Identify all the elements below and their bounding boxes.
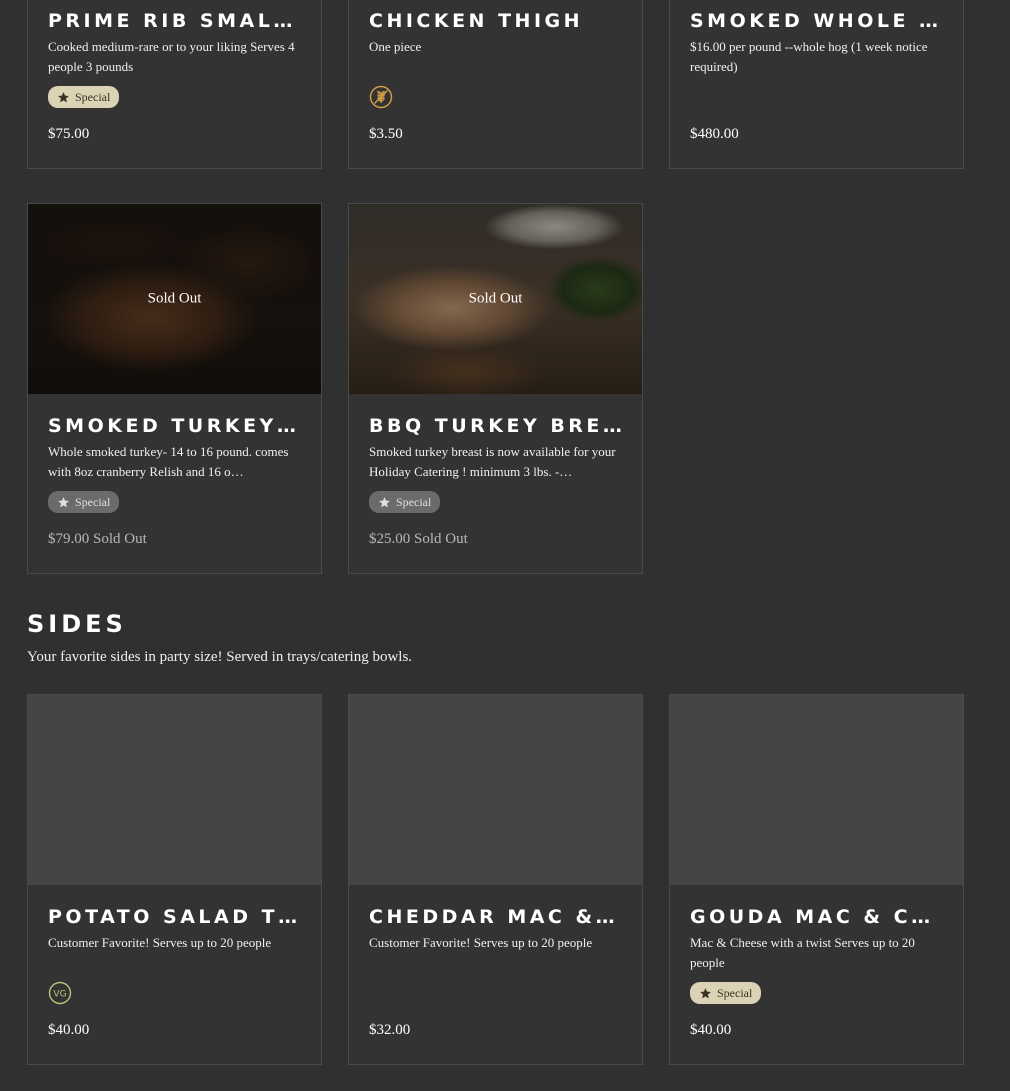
menu-item-card[interactable]: Smoked Whole Ho… $16.00 per pound --whol… [669,0,964,169]
sold-out-label: Sold Out [93,531,147,547]
menu-item-price: $75.00 [48,126,90,142]
menu-item-price: $3.50 [369,126,403,142]
star-icon [379,496,390,507]
menu-item-description: Whole smoked turkey- 14 to 16 pound. com… [48,444,289,479]
special-badge-label: Special [75,89,111,104]
menu-item-card[interactable]: Sold Out BBQ Turkey Breas… Smoked turkey… [348,203,643,574]
menu-item-title: Potato Salad Tray [48,906,301,928]
special-badge: Special [690,982,762,1004]
special-badge: Special [48,86,120,108]
item-image-placeholder[interactable] [670,695,963,885]
special-badge-label: Special [75,494,111,509]
star-icon [58,496,69,507]
menu-item-title: Cheddar Mac & C… [369,906,622,928]
section-description: Your favorite sides in party size! Serve… [27,649,413,665]
menu-item-card[interactable]: Cheddar Mac & C… Customer Favorite! Serv… [348,694,643,1065]
menu-item-description: Mac & Cheese with a twist Serves up to 2… [690,935,915,970]
menu-item-title: Chicken Thigh [369,10,584,32]
vegan-icon: VG [48,981,72,1005]
special-badge: Special [369,491,441,513]
star-icon [700,987,711,998]
special-badge-label: Special [396,494,432,509]
menu-item-description: $16.00 per pound --whole hog (1 week not… [690,39,928,74]
menu-item-price: $25.00 [369,531,411,547]
menu-item-title: Gouda Mac & Che… [690,906,943,928]
menu-item-price: $40.00 [690,1022,732,1038]
item-image-placeholder[interactable] [349,695,642,885]
menu-item-title: Smoked Whole Ho… [690,10,943,32]
menu-item-description: Cooked medium-rare or to your liking Ser… [48,39,295,74]
section-title: Sides [27,610,127,638]
menu-item-title: Smoked Turkey (7… [48,415,301,437]
menu-item-card[interactable]: Potato Salad Tray Customer Favorite! Ser… [27,694,322,1065]
item-image-placeholder[interactable] [28,695,321,885]
menu-item-card[interactable]: Chicken Thigh One piece $3.50 [348,0,643,169]
menu-item-price: $79.00 [48,531,90,547]
special-badge-label: Special [717,985,753,1000]
menu-item-description: One piece [369,39,422,54]
special-badge: Special [48,491,120,513]
sold-out-label: Sold Out [414,531,468,547]
menu-item-card[interactable]: Sold Out Smoked Turkey (7… Whole smoked … [27,203,322,574]
menu-item-price: $480.00 [690,126,739,142]
menu-item-price: $32.00 [369,1022,411,1038]
sold-out-overlay: Sold Out [468,290,523,307]
menu-item-description: Customer Favorite! Serves up to 20 peopl… [369,935,593,950]
menu-item-card[interactable]: Prime Rib Small (… Cooked medium-rare or… [27,0,322,169]
bbq-turkey-breast-image[interactable]: Sold Out [349,204,642,394]
vegan-icon-text: VG [53,990,66,1000]
menu-item-description: Smoked turkey breast is now available fo… [369,444,616,479]
menu-item-title: BBQ Turkey Breas… [369,415,622,437]
menu-item-title: Prime Rib Small (… [48,10,301,32]
sold-out-overlay: Sold Out [147,290,202,307]
star-icon [58,91,69,102]
menu-item-description: Customer Favorite! Serves up to 20 peopl… [48,935,272,950]
smoked-turkey-image[interactable]: Sold Out [28,204,321,394]
gluten-free-icon [369,85,393,109]
menu-item-card[interactable]: Gouda Mac & Che… Mac & Cheese with a twi… [669,694,964,1065]
menu-item-price: $40.00 [48,1022,90,1038]
